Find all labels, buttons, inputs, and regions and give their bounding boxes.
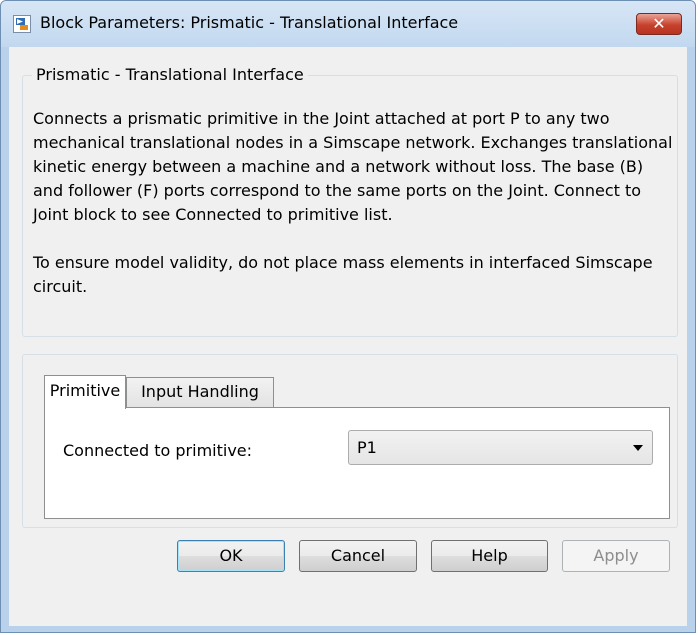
dialog-window: Block Parameters: Prismatic - Translatio… <box>0 0 696 633</box>
window-title: Block Parameters: Prismatic - Translatio… <box>40 13 459 32</box>
tab-primitive[interactable]: Primitive <box>44 375 126 409</box>
cancel-button[interactable]: Cancel <box>299 540 417 572</box>
connected-to-primitive-label: Connected to primitive: <box>63 441 253 460</box>
simulink-block-icon <box>13 15 31 33</box>
ok-button[interactable]: OK <box>177 540 285 572</box>
close-icon[interactable]: ✕ <box>636 13 682 35</box>
description-heading: Prismatic - Translational Interface <box>32 65 308 84</box>
connected-to-primitive-select[interactable]: P1 <box>348 430 653 465</box>
select-value: P1 <box>357 438 377 457</box>
description-paragraph: To ensure model validity, do not place m… <box>33 253 653 296</box>
chevron-down-icon <box>633 445 643 451</box>
description-paragraph: Connects a prismatic primitive in the Jo… <box>33 109 673 224</box>
primitive-tab-pane: Connected to primitive: P1 <box>44 407 670 519</box>
apply-button[interactable]: Apply <box>562 540 670 572</box>
help-button[interactable]: Help <box>431 540 548 572</box>
tab-input-handling[interactable]: Input Handling <box>126 377 274 407</box>
description-text: Connects a prismatic primitive in the Jo… <box>33 107 673 323</box>
title-bar[interactable]: Block Parameters: Prismatic - Translatio… <box>1 1 695 47</box>
